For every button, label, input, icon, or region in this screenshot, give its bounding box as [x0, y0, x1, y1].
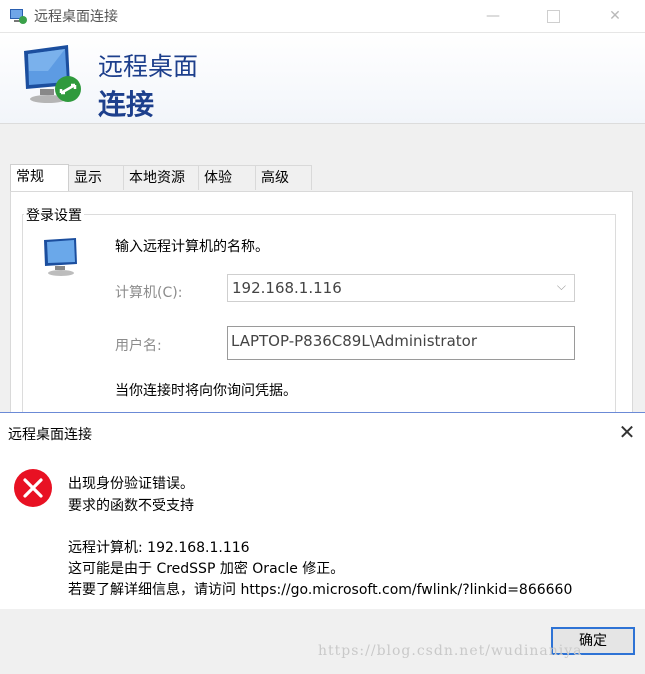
remote-desktop-logo-icon: [24, 45, 81, 103]
tab-local-resources[interactable]: 本地资源: [123, 165, 199, 190]
title-bar: 远程桌面连接 — ✕: [0, 0, 645, 33]
dialog-close-button[interactable]: ✕: [614, 419, 640, 445]
tab-general[interactable]: 常规: [10, 164, 69, 191]
maximize-icon: [546, 9, 560, 23]
close-button[interactable]: ✕: [592, 0, 638, 32]
minimize-icon: —: [486, 8, 500, 24]
header-banner: 远程桌面 连接: [0, 33, 645, 124]
error-dialog: 远程桌面连接 ✕ 出现身份验证错误。 要求的函数不受支持 远程计算机: 192.…: [0, 412, 645, 674]
window-title: 远程桌面连接: [34, 9, 118, 25]
credentials-note: 当你连接时将向你询问凭据。: [115, 383, 297, 399]
error-credssp-note: 这可能是由于 CredSSP 加密 Oracle 修正。: [68, 561, 345, 577]
computer-label: 计算机(C):: [115, 285, 183, 301]
dialog-title: 远程桌面连接: [8, 427, 92, 443]
computer-value: 192.168.1.116: [232, 279, 342, 297]
maximize-button[interactable]: [530, 0, 576, 32]
logon-settings-title: 登录设置: [24, 205, 84, 225]
username-field[interactable]: LAPTOP-P836C89L\Administrator: [227, 326, 575, 360]
dialog-footer: 确定: [0, 609, 645, 674]
username-label: 用户名:: [115, 338, 162, 354]
computer-combobox[interactable]: 192.168.1.116 ⌵: [227, 274, 575, 302]
tab-display[interactable]: 显示: [68, 165, 124, 190]
username-value: LAPTOP-P836C89L\Administrator: [231, 332, 478, 350]
close-icon: ✕: [618, 420, 636, 444]
close-icon: ✕: [609, 8, 621, 24]
remote-desktop-app-icon: [10, 9, 27, 24]
watermark-text: https://blog.csdn.net/wudinaniya: [318, 643, 583, 659]
banner-title-line2: 连接: [98, 88, 155, 121]
computer-name-prompt: 输入远程计算机的名称。: [115, 239, 269, 255]
banner-title-line1: 远程桌面: [98, 52, 199, 81]
minimize-button[interactable]: —: [470, 0, 516, 32]
error-more-info-link[interactable]: 若要了解详细信息，请访问 https://go.microsoft.com/fw…: [68, 579, 572, 599]
tab-advanced[interactable]: 高级: [255, 165, 312, 190]
tab-experience[interactable]: 体验: [198, 165, 256, 190]
error-heading: 出现身份验证错误。: [68, 476, 194, 492]
chevron-down-icon[interactable]: ⌵: [557, 279, 566, 294]
error-x-icon: [14, 469, 52, 507]
error-reason: 要求的函数不受支持: [68, 498, 194, 514]
computer-icon: [44, 238, 77, 276]
logon-settings-group: [22, 214, 616, 414]
error-remote-computer: 远程计算机: 192.168.1.116: [68, 540, 250, 556]
